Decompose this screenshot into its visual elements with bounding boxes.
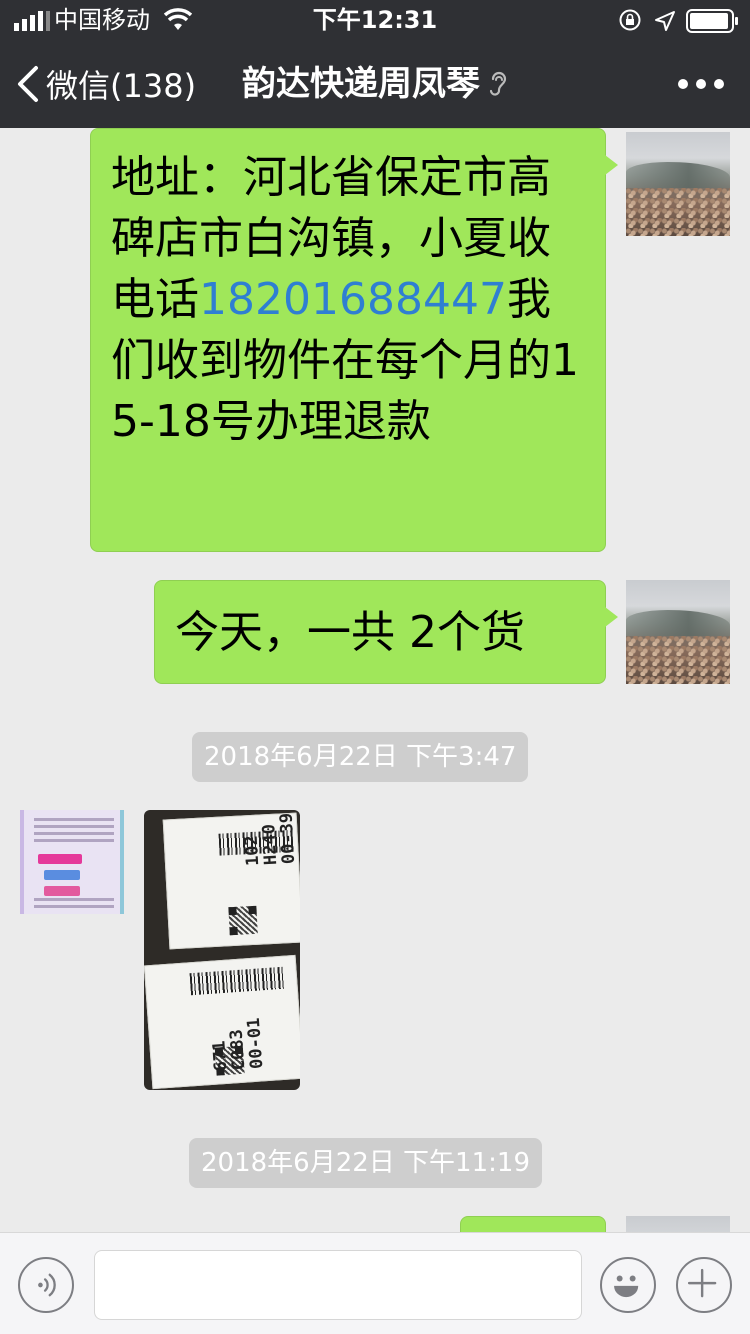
emoji-button[interactable] [600, 1257, 656, 1313]
receipt-image-top: 102 H240 00-39 [162, 812, 300, 950]
message-bubble[interactable]: 今天，一共 2个货 [154, 580, 618, 684]
timestamp: 2018年6月22日 下午3:47 [192, 732, 529, 782]
nav-bar: 微信(138) 韵达快递周凤琴 [0, 40, 750, 128]
self-avatar[interactable] [626, 1216, 730, 1232]
plus-icon [687, 1268, 717, 1298]
chat-area[interactable]: 地址：河北省保定市高碑店市白沟镇，小夏收 电话18201688447我们收到物件… [0, 128, 750, 1232]
more-button[interactable] [678, 70, 724, 98]
voice-button[interactable] [18, 1257, 74, 1313]
voice-icon [38, 1273, 56, 1297]
message-bubble[interactable]: 地址：河北省保定市高碑店市白沟镇，小夏收 电话18201688447我们收到物件… [90, 128, 618, 552]
photo-message[interactable]: 102 H240 00-39 671 C083 00-01 [144, 810, 300, 1090]
self-avatar[interactable] [626, 132, 730, 236]
phone-number-link[interactable]: 18201688447 [199, 274, 507, 325]
status-bar: 中国移动 下午12:31 [0, 0, 750, 40]
input-bar [0, 1232, 750, 1334]
header: 中国移动 下午12:31 微信(138) 韵达快递周凤琴 [0, 0, 750, 128]
rotation-lock-icon [619, 9, 641, 31]
contact-avatar[interactable] [20, 810, 124, 914]
location-arrow-icon [655, 11, 675, 31]
receipt-image-bottom: 671 C083 00-01 [144, 954, 300, 1090]
self-avatar[interactable] [626, 580, 730, 684]
ear-icon [489, 71, 507, 96]
timestamp: 2018年6月22日 下午11:19 [189, 1138, 542, 1188]
message-text: 今天，一共 2个货 [175, 607, 525, 658]
back-label: 微信(138) [46, 67, 197, 105]
message-text: 地址：河北省保定市高碑店市白沟镇，小夏收 电话18201688447我们收到物件… [111, 147, 585, 452]
back-chevron-icon [18, 66, 38, 102]
message-input[interactable] [94, 1250, 582, 1320]
battery-icon [686, 9, 738, 33]
plus-button[interactable] [676, 1257, 732, 1313]
chat-title-text: 韵达快递周凤琴 [242, 64, 480, 104]
more-icon [678, 79, 688, 89]
emoji-icon [614, 1275, 639, 1298]
message-bubble[interactable] [460, 1216, 606, 1232]
back-button[interactable]: 微信(138) [16, 60, 196, 108]
